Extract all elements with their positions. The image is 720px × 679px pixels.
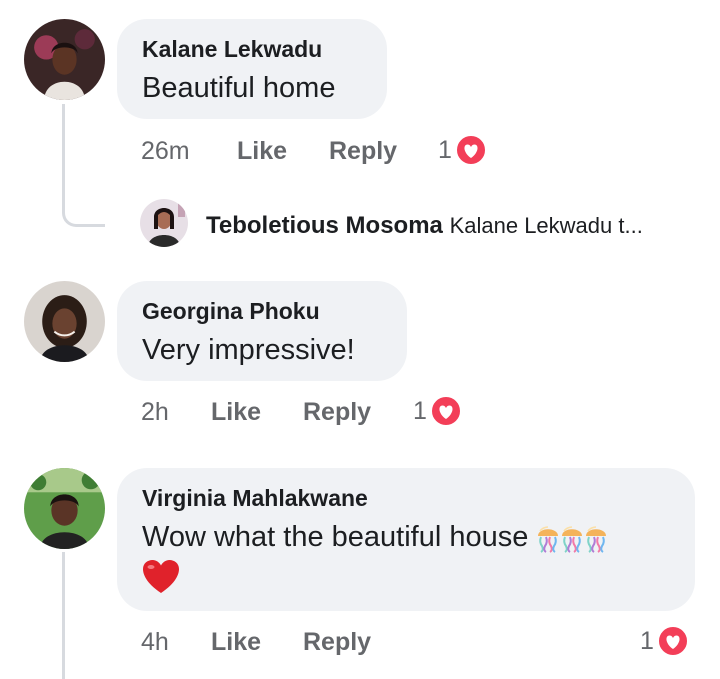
jellyfish-icon	[584, 523, 608, 553]
reply-avatar[interactable]	[140, 199, 188, 247]
reply-author[interactable]: Teboletious Mosoma	[206, 212, 443, 239]
like-button[interactable]: Like	[211, 627, 261, 657]
emoji-row	[142, 559, 670, 597]
comment-author[interactable]: Georgina Phoku	[142, 297, 382, 325]
avatar-image	[24, 281, 105, 362]
comment-bubble[interactable]: Virginia Mahlakwane Wow what the beautif…	[117, 468, 695, 611]
avatar[interactable]	[24, 19, 105, 100]
comment-text: Wow what the beautiful house	[142, 521, 529, 553]
reaction-count: 1	[438, 136, 452, 164]
reply-button[interactable]: Reply	[303, 627, 371, 657]
comment-thread: Kalane Lekwadu Beautiful home 26m Like R…	[0, 0, 720, 679]
comment-time[interactable]: 4h	[141, 627, 169, 657]
reply-button[interactable]: Reply	[303, 397, 371, 427]
avatar[interactable]	[24, 468, 105, 549]
like-button[interactable]: Like	[237, 136, 287, 166]
jellyfish-icon	[560, 523, 584, 553]
comment-text: Beautiful home	[142, 72, 336, 104]
avatar-image	[24, 19, 105, 100]
avatar[interactable]	[24, 281, 105, 362]
reaction-count: 1	[640, 627, 654, 655]
reply-snippet: Kalane Lekwadu t...	[449, 213, 643, 238]
jellyfish-icon	[536, 523, 560, 553]
reaction-count: 1	[413, 397, 427, 425]
reaction-summary[interactable]: 1	[438, 133, 487, 167]
thread-line	[62, 104, 65, 194]
comment-time[interactable]: 26m	[141, 136, 190, 166]
reply-preview[interactable]: Teboletious Mosoma Kalane Lekwadu t...	[206, 211, 706, 241]
comment-author[interactable]: Virginia Mahlakwane	[142, 484, 670, 512]
thread-line	[62, 552, 65, 679]
reaction-summary[interactable]: 1	[640, 624, 689, 658]
heart-reaction-icon	[455, 134, 487, 166]
heart-reaction-icon	[430, 395, 462, 427]
reply-button[interactable]: Reply	[329, 136, 397, 166]
reply-connector	[62, 190, 105, 227]
reaction-summary[interactable]: 1	[413, 394, 462, 428]
comment-author[interactable]: Kalane Lekwadu	[142, 35, 362, 63]
comment-bubble[interactable]: Georgina Phoku Very impressive!	[117, 281, 407, 381]
comment-time[interactable]: 2h	[141, 397, 169, 427]
avatar-image	[140, 199, 188, 247]
heart-reaction-icon	[657, 625, 689, 657]
comment-text: Very impressive!	[142, 334, 355, 366]
comment-bubble[interactable]: Kalane Lekwadu Beautiful home	[117, 19, 387, 119]
comment-text-row: Wow what the beautiful house	[142, 519, 670, 555]
avatar-image	[24, 468, 105, 549]
red-heart-emoji-icon	[143, 560, 179, 593]
like-button[interactable]: Like	[211, 397, 261, 427]
